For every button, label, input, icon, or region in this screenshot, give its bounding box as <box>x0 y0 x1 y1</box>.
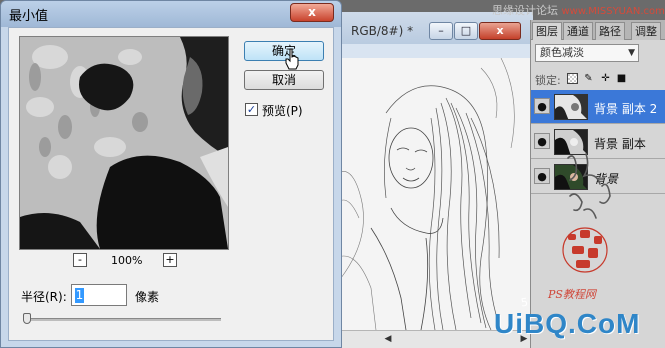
tab-layers[interactable]: 图层 <box>532 22 562 40</box>
chevron-down-icon: ▼ <box>628 48 635 58</box>
document-close-button[interactable]: x <box>479 22 521 40</box>
dialog-body: - 100% + 确定 取消 ✓ 预览(P) 半径(R): 1 像素 <box>8 27 334 341</box>
tab-paths[interactable]: 路径 <box>595 22 625 40</box>
zoom-out-button[interactable]: - <box>73 253 87 267</box>
eye-icon[interactable]: ● <box>534 98 550 114</box>
lock-row: 锁定: ✎ ✛ ■ <box>535 70 663 88</box>
tab-channels[interactable]: 通道 <box>563 22 593 40</box>
layer-thumbnail <box>554 94 588 120</box>
layer-name: 背景 副本 2 <box>594 102 658 116</box>
move-icon[interactable]: ✛ <box>600 73 611 84</box>
eye-icon[interactable]: ● <box>534 168 550 184</box>
zoom-level: 100% <box>111 254 143 267</box>
dialog-titlebar[interactable]: 最小值 x <box>1 1 341 27</box>
zoom-in-button[interactable]: + <box>163 253 177 267</box>
mouse-cursor-icon <box>285 48 299 70</box>
minimum-filter-dialog: 最小值 x - 100% + 确定 取消 ✓ 预览(P) 半径(R): 1 像素 <box>0 0 342 348</box>
panel-tabs: 图层 通道 路径 调整 <box>531 20 665 40</box>
scroll-left-icon[interactable]: ◀ <box>381 333 395 346</box>
preview-label[interactable]: 预览(P) <box>262 102 303 119</box>
lock-transparent-pixels-icon[interactable] <box>567 73 578 84</box>
dialog-close-button[interactable]: x <box>290 3 334 22</box>
lock-icon[interactable]: ■ <box>616 73 627 84</box>
watermark-ps: PS教程网 <box>548 288 596 301</box>
maximize-button[interactable]: □ <box>454 22 478 40</box>
radius-slider-track[interactable] <box>23 318 221 321</box>
blend-mode-select[interactable]: 颜色减淡 ▼ <box>535 44 639 62</box>
watermark-uibq: UiBQ.CoM <box>494 308 641 339</box>
sketch-portrait-image <box>331 58 533 330</box>
document-canvas[interactable] <box>331 58 533 330</box>
radius-input-value[interactable]: 1 <box>75 288 84 303</box>
filter-preview-image <box>20 37 228 249</box>
ok-button[interactable]: 确定 <box>244 41 324 61</box>
brush-icon[interactable]: ✎ <box>583 73 594 84</box>
preview-checkbox[interactable]: ✓ <box>245 103 258 116</box>
radius-slider-thumb[interactable] <box>23 313 31 324</box>
blend-mode-value: 颜色减淡 <box>540 46 584 59</box>
minimize-button[interactable]: – <box>429 22 453 40</box>
eye-icon[interactable]: ● <box>534 133 550 149</box>
calligraphy-seal-watermark <box>562 153 611 273</box>
watermark-top: 思缘设计论坛 www.MISSYUAN.com <box>492 2 665 18</box>
radius-label: 半径(R): <box>21 290 67 304</box>
dialog-title: 最小值 <box>9 9 49 24</box>
tab-adjustments[interactable]: 调整 <box>631 22 661 40</box>
cancel-button[interactable]: 取消 <box>244 70 324 90</box>
document-title: RGB/8#) * <box>351 24 414 38</box>
radius-unit-label: 像素 <box>135 290 160 304</box>
watermark-top-text: 思缘设计论坛 <box>492 4 558 17</box>
preview-frame[interactable] <box>19 36 229 250</box>
lock-label: 锁定: <box>535 74 561 87</box>
watermark-top-site: www.MISSYUAN.com <box>561 6 665 17</box>
layer-row[interactable]: ● 背景 副本 2 <box>531 90 665 124</box>
